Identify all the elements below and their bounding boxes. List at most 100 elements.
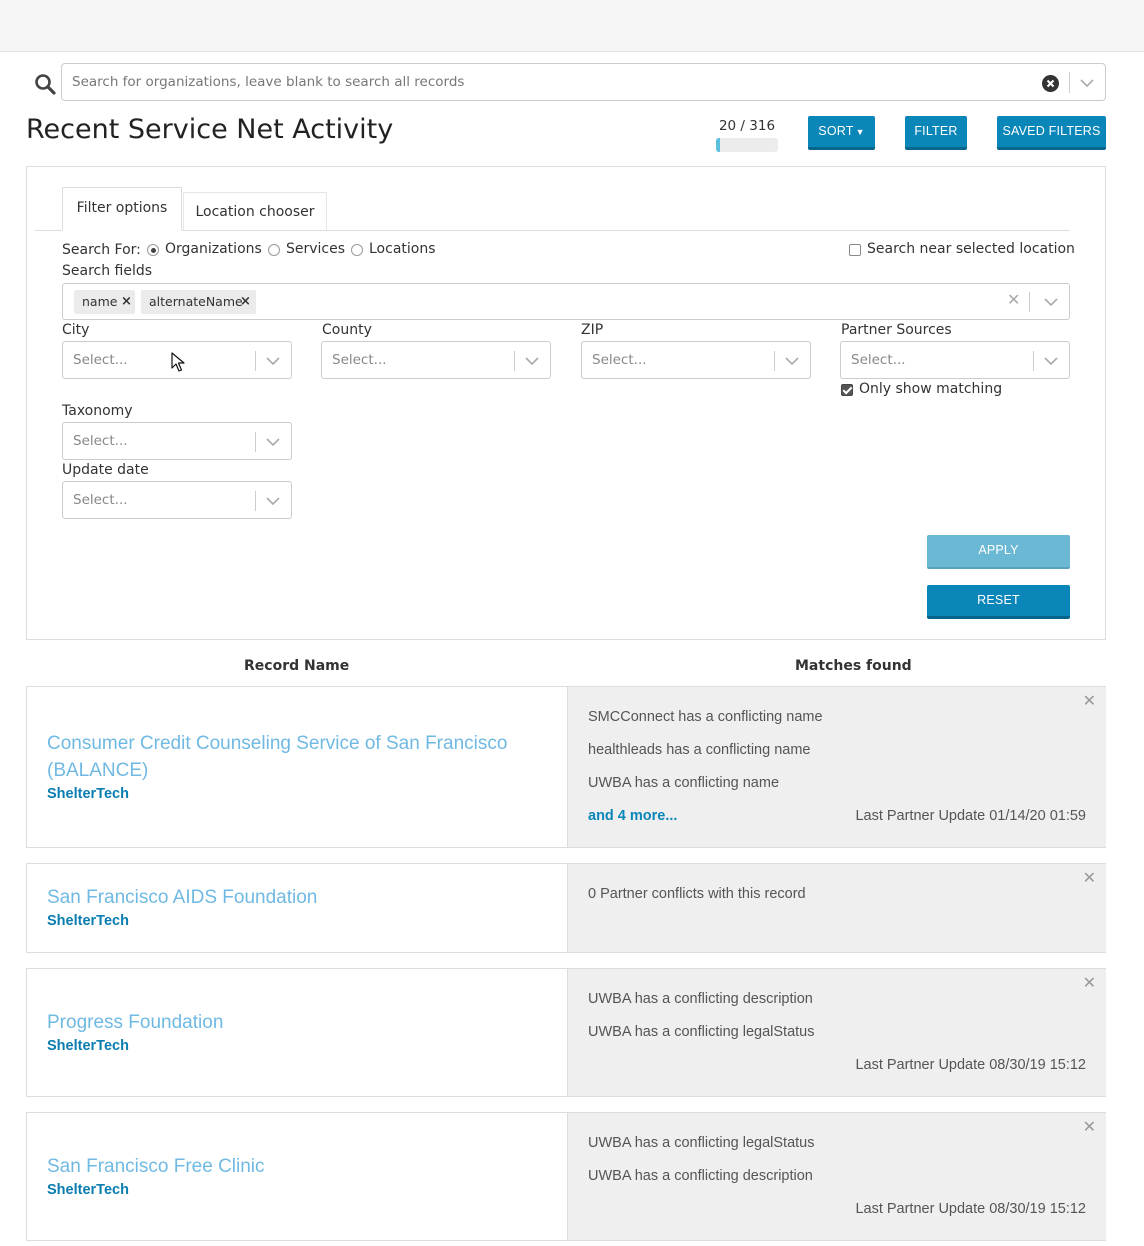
sort-button-label: SORT: [818, 124, 854, 138]
conflict-item: UWBA has a conflicting legalStatus: [588, 1135, 815, 1151]
result-count: 20 / 316: [718, 118, 776, 134]
filter-button[interactable]: FILTER: [905, 116, 967, 150]
record-name-link[interactable]: Progress Foundation: [47, 1009, 223, 1036]
record-source: ShelterTech: [47, 1038, 129, 1054]
record-name-column-header: Record Name: [244, 658, 350, 674]
clear-search-icon[interactable]: [1042, 75, 1059, 92]
result-card: San Francisco Free Clinic ShelterTech ✕ …: [26, 1112, 1106, 1241]
record-name-link[interactable]: Consumer Credit Counseling Service of Sa…: [47, 730, 527, 784]
record-name-link[interactable]: San Francisco Free Clinic: [47, 1153, 265, 1180]
county-select-placeholder: Select...: [332, 352, 387, 368]
tag-name: name ×: [74, 290, 135, 314]
search-near-checkbox[interactable]: [849, 244, 861, 256]
only-show-matching-checkbox[interactable]: [841, 384, 853, 396]
top-navbar: [0, 0, 1144, 52]
chevron-down-icon[interactable]: [1044, 356, 1058, 366]
chevron-down-icon[interactable]: [266, 496, 280, 506]
select-separator: [514, 351, 515, 371]
tag-label: alternateName: [149, 294, 243, 309]
clear-all-icon[interactable]: ✕: [1007, 290, 1020, 309]
conflict-item: UWBA has a conflicting description: [588, 1168, 813, 1184]
matches-found-column-header: Matches found: [795, 658, 912, 674]
close-icon[interactable]: ✕: [1083, 868, 1096, 887]
update-date-select[interactable]: Select...: [62, 481, 292, 519]
result-card: Consumer Credit Counseling Service of Sa…: [26, 686, 1106, 848]
update-date-select-placeholder: Select...: [73, 492, 128, 508]
progress-fill: [716, 138, 720, 152]
zip-label: ZIP: [581, 322, 604, 338]
zip-select-placeholder: Select...: [592, 352, 647, 368]
chevron-down-icon[interactable]: [785, 356, 799, 366]
multiselect-separator: [1029, 292, 1030, 312]
select-separator: [774, 351, 775, 371]
zip-select[interactable]: Select...: [581, 341, 811, 379]
matches-panel: ✕ SMCConnect has a conflicting name heal…: [567, 687, 1106, 847]
search-fields-multiselect[interactable]: name × alternateName × ✕: [62, 283, 1070, 320]
record-source: ShelterTech: [47, 1182, 129, 1198]
search-box[interactable]: [61, 63, 1106, 101]
search-separator: [1069, 72, 1070, 93]
county-label: County: [322, 322, 372, 338]
select-separator: [255, 351, 256, 371]
chevron-down-icon[interactable]: [1080, 78, 1094, 88]
county-select[interactable]: Select...: [321, 341, 551, 379]
search-fields-label: Search fields: [62, 263, 153, 279]
chevron-down-icon[interactable]: [266, 437, 280, 447]
apply-button[interactable]: APPLY: [927, 535, 1070, 569]
last-partner-update: Last Partner Update 08/30/19 15:12: [855, 1201, 1086, 1217]
results-progress-bar: [716, 138, 778, 152]
record-source: ShelterTech: [47, 786, 129, 802]
radio-services[interactable]: [268, 244, 280, 256]
remove-tag-icon[interactable]: ×: [121, 290, 132, 314]
tab-location-chooser[interactable]: Location chooser: [183, 192, 327, 230]
page-title: Recent Service Net Activity: [26, 114, 394, 145]
caret-down-icon: ▼: [855, 127, 865, 137]
search-input[interactable]: [72, 64, 1032, 100]
record-name-link[interactable]: San Francisco AIDS Foundation: [47, 884, 317, 911]
tab-divider: [35, 230, 1070, 231]
taxonomy-select[interactable]: Select...: [62, 422, 292, 460]
partner-sources-select[interactable]: Select...: [840, 341, 1070, 379]
conflict-item: UWBA has a conflicting description: [588, 991, 813, 1007]
matches-panel: ✕ UWBA has a conflicting description UWB…: [567, 969, 1106, 1096]
close-icon[interactable]: ✕: [1083, 691, 1096, 710]
radio-organizations[interactable]: [147, 244, 159, 256]
last-partner-update: Last Partner Update 01/14/20 01:59: [855, 808, 1086, 824]
search-icon: [35, 74, 56, 95]
taxonomy-select-placeholder: Select...: [73, 433, 128, 449]
taxonomy-label: Taxonomy: [62, 403, 133, 419]
conflict-item: UWBA has a conflicting name: [588, 775, 780, 791]
saved-filters-button[interactable]: SAVED FILTERS: [997, 116, 1106, 150]
search-for-label: Search For:: [62, 242, 141, 258]
radio-locations-label: Locations: [369, 241, 436, 257]
tab-filter-options[interactable]: Filter options: [62, 187, 182, 231]
tag-alternate-name: alternateName ×: [141, 290, 256, 314]
radio-locations[interactable]: [351, 244, 363, 256]
select-separator: [255, 432, 256, 452]
conflict-item: 0 Partner conflicts with this record: [588, 886, 806, 902]
tag-label: name: [82, 294, 118, 309]
only-show-matching-label: Only show matching: [859, 381, 1003, 397]
close-icon[interactable]: ✕: [1083, 1117, 1096, 1136]
show-more-link[interactable]: and 4 more...: [588, 808, 677, 824]
radio-organizations-label: Organizations: [165, 241, 262, 257]
record-source: ShelterTech: [47, 913, 129, 929]
conflict-item: UWBA has a conflicting legalStatus: [588, 1024, 815, 1040]
chevron-down-icon[interactable]: [1044, 297, 1058, 307]
sort-button[interactable]: SORT ▼: [808, 116, 875, 150]
city-label: City: [62, 322, 90, 338]
partner-sources-label: Partner Sources: [841, 322, 952, 338]
search-near-label: Search near selected location: [867, 241, 1075, 257]
close-icon[interactable]: ✕: [1083, 973, 1096, 992]
update-date-label: Update date: [62, 462, 149, 478]
reset-button[interactable]: RESET: [927, 585, 1070, 619]
mouse-cursor-icon: [171, 352, 185, 372]
city-select-placeholder: Select...: [73, 352, 128, 368]
last-partner-update: Last Partner Update 08/30/19 15:12: [855, 1057, 1086, 1073]
select-separator: [1033, 351, 1034, 371]
chevron-down-icon[interactable]: [266, 356, 280, 366]
conflict-item: healthleads has a conflicting name: [588, 742, 811, 758]
conflict-item: SMCConnect has a conflicting name: [588, 709, 823, 725]
chevron-down-icon[interactable]: [525, 356, 539, 366]
remove-tag-icon[interactable]: ×: [240, 290, 251, 314]
